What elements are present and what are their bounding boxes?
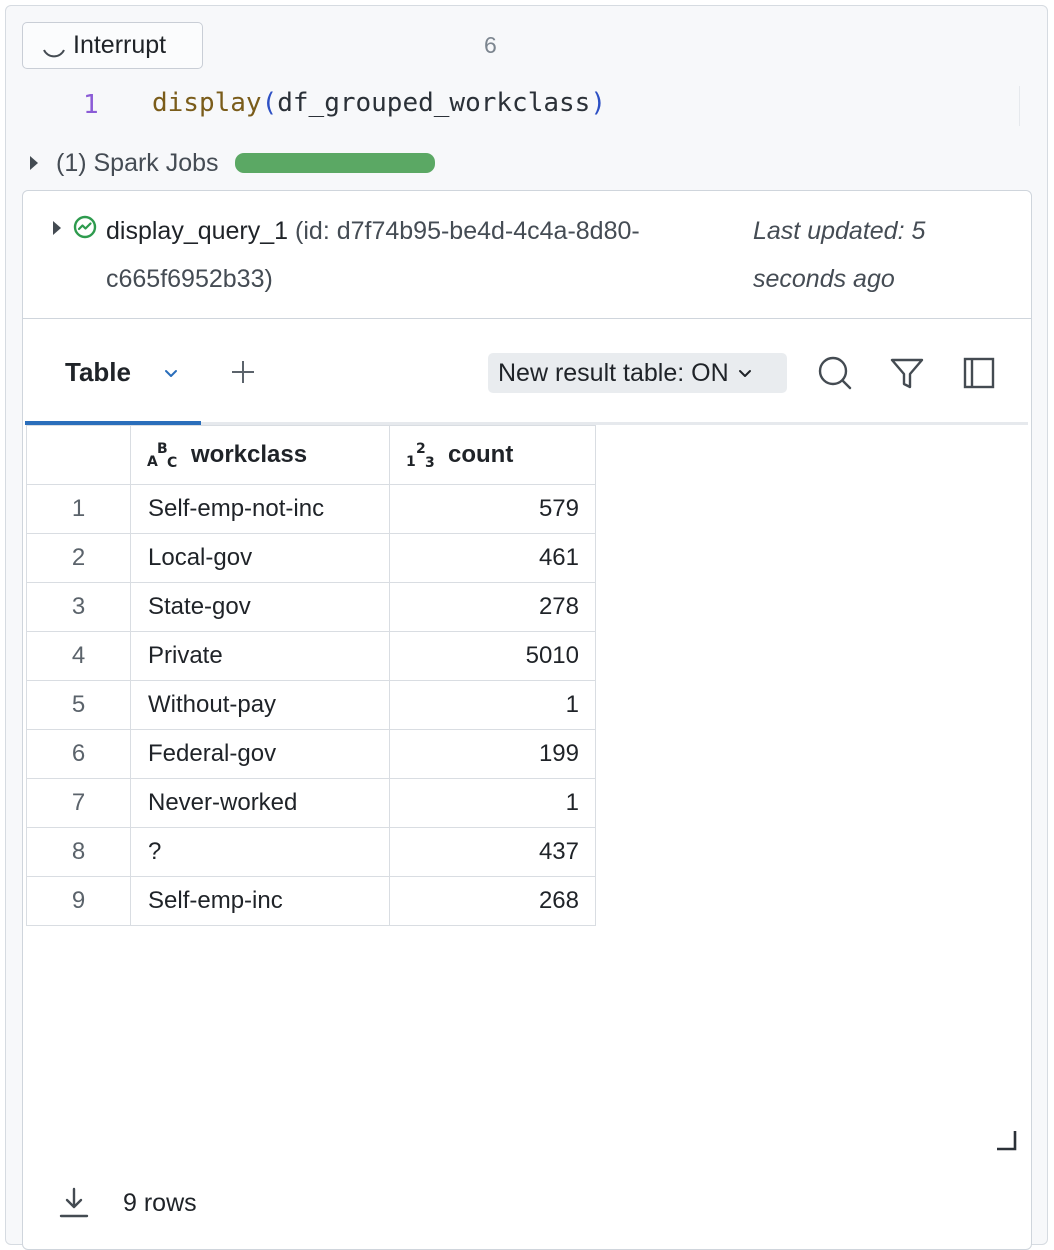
table-row[interactable]: 4 Private 5010	[26, 631, 596, 681]
column-header-label: workclass	[191, 441, 308, 468]
code-argument: df_grouped_workclass	[277, 88, 591, 118]
cell-workclass[interactable]: Without-pay	[130, 680, 390, 730]
query-name[interactable]: display_query_1	[106, 217, 288, 245]
chevron-down-icon[interactable]	[163, 365, 179, 381]
interrupt-button[interactable]: Interrupt	[22, 22, 203, 69]
row-index: 2	[26, 533, 131, 583]
code-open-paren: (	[261, 88, 278, 118]
table-row[interactable]: 1 Self-emp-not-inc 579	[26, 484, 596, 534]
code-editor-line[interactable]: display(df_grouped_workclass)	[152, 88, 606, 118]
cell-count[interactable]: 437	[389, 827, 596, 877]
cell-count[interactable]: 1	[389, 680, 596, 730]
spark-jobs-progress-bar	[234, 153, 435, 173]
table-row[interactable]: 9 Self-emp-inc 268	[26, 876, 596, 926]
row-index: 4	[26, 631, 131, 681]
cell-workclass[interactable]: ?	[130, 827, 390, 877]
svg-text:1: 1	[406, 454, 416, 470]
table-row[interactable]: 5 Without-pay 1	[26, 680, 596, 730]
sidebar-panel-icon[interactable]	[961, 355, 997, 391]
search-icon[interactable]	[817, 355, 853, 391]
add-tab-plus-icon[interactable]	[230, 359, 256, 385]
cell-count[interactable]: 199	[389, 729, 596, 779]
cell-count[interactable]: 278	[389, 582, 596, 632]
table-row[interactable]: 6 Federal-gov 199	[26, 729, 596, 779]
last-updated-text: Last updated: 5 seconds ago	[753, 217, 926, 293]
expand-triangle-icon	[30, 156, 38, 170]
cell-workclass[interactable]: State-gov	[130, 582, 390, 632]
spinner-icon	[43, 49, 65, 58]
spark-jobs-toggle[interactable]: (1) Spark Jobs	[30, 146, 435, 180]
column-header-workclass[interactable]: A B C workclass	[130, 425, 390, 485]
query-header: display_query_1 (id: d7f74b95-be4d-4c4a-…	[23, 191, 1031, 319]
cell-count[interactable]: 268	[389, 876, 596, 926]
query-title: display_query_1 (id: d7f74b95-be4d-4c4a-…	[106, 207, 726, 303]
svg-text:C: C	[167, 455, 177, 470]
interrupt-label: Interrupt	[73, 31, 167, 59]
cell-count[interactable]: 461	[389, 533, 596, 583]
cell-workclass[interactable]: Self-emp-not-inc	[130, 484, 390, 534]
table-header-row: A B C workclass 1 2 3 count	[26, 425, 596, 485]
tab-table-label: Table	[65, 357, 131, 387]
row-index: 6	[26, 729, 131, 779]
tab-table[interactable]: Table	[25, 319, 201, 425]
result-panel: display_query_1 (id: d7f74b95-be4d-4c4a-…	[22, 190, 1032, 1250]
code-close-paren: )	[590, 88, 606, 118]
editor-divider	[1019, 86, 1020, 126]
table-row[interactable]: 3 State-gov 278	[26, 582, 596, 632]
execution-count: 6	[484, 32, 497, 58]
cell-workclass[interactable]: Private	[130, 631, 390, 681]
table-row[interactable]: 8 ? 437	[26, 827, 596, 877]
results-table: A B C workclass 1 2 3 count 1 Self-emp-n…	[26, 425, 596, 926]
cell-workclass[interactable]: Federal-gov	[130, 729, 390, 779]
cell-workclass[interactable]: Self-emp-inc	[130, 876, 390, 926]
spark-jobs-label: (1) Spark Jobs	[56, 148, 219, 177]
column-header-label: count	[448, 441, 514, 468]
cell-workclass[interactable]: Local-gov	[130, 533, 390, 583]
table-row[interactable]: 7 Never-worked 1	[26, 778, 596, 828]
result-tabs-bar: Table New result table: ON	[25, 319, 1028, 425]
row-index: 1	[26, 484, 131, 534]
new-result-table-toggle[interactable]: New result table: ON	[488, 353, 787, 393]
svg-text:3: 3	[425, 455, 435, 470]
cell-count[interactable]: 5010	[389, 631, 596, 681]
new-result-table-label: New result table: ON	[498, 358, 729, 387]
row-index: 9	[26, 876, 131, 926]
chevron-down-icon	[738, 370, 751, 377]
cell-workclass[interactable]: Never-worked	[130, 778, 390, 828]
string-type-icon: A B C	[147, 441, 177, 470]
row-index: 3	[26, 582, 131, 632]
query-status-icon	[73, 215, 97, 239]
expand-query-triangle-icon[interactable]	[53, 221, 61, 235]
code-function: display	[152, 88, 262, 118]
integer-type-icon: 1 2 3	[406, 441, 435, 470]
table-row[interactable]: 2 Local-gov 461	[26, 533, 596, 583]
resize-handle-icon[interactable]	[995, 1129, 1017, 1151]
download-icon[interactable]	[59, 1187, 89, 1219]
row-index: 5	[26, 680, 131, 730]
filter-icon[interactable]	[889, 355, 925, 391]
row-index: 8	[26, 827, 131, 877]
row-index: 7	[26, 778, 131, 828]
cell-count[interactable]: 579	[389, 484, 596, 534]
row-count: 9 rows	[123, 1189, 197, 1217]
code-line-number: 1	[83, 90, 99, 120]
cell-count[interactable]: 1	[389, 778, 596, 828]
column-header-count[interactable]: 1 2 3 count	[389, 425, 596, 485]
row-index-header	[26, 425, 131, 485]
